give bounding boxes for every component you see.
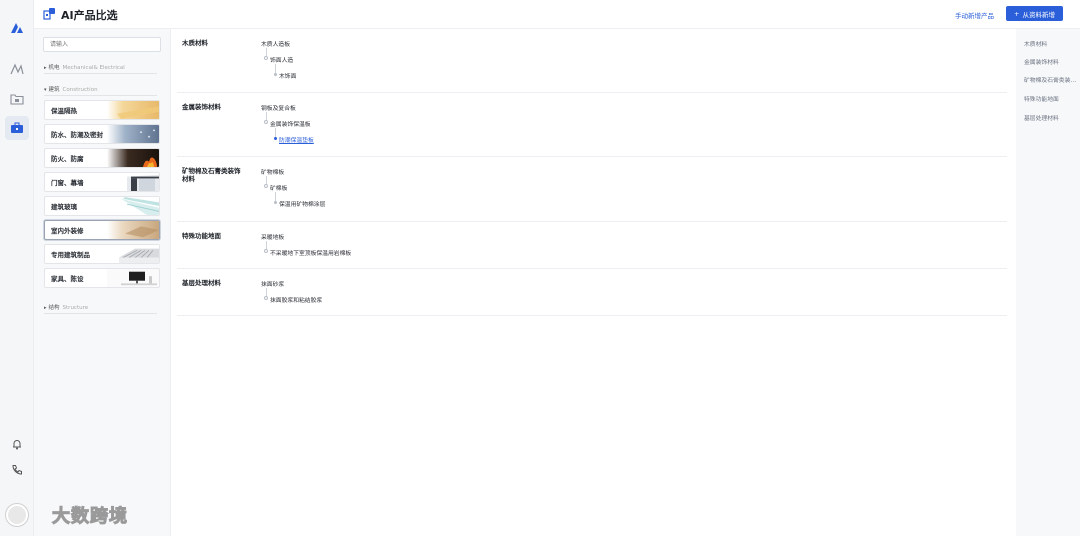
page-title: AI产品比选 (61, 9, 118, 22)
tree-node-dot-icon (274, 201, 277, 204)
group-construction[interactable]: ▾ 建筑 Construction (44, 85, 98, 93)
card-label: 室内外装修 (51, 227, 84, 235)
top-bar: AI产品比选 手动新增产品 + 从资料新增 (34, 0, 1080, 29)
section-metal: 金属装饰材料 钢板及复合板 金属装饰保温板 防潮保温垫板 (177, 93, 1007, 157)
section-title: 基层处理材料 (182, 279, 221, 287)
fireproof-thumbnail (107, 149, 159, 167)
tree-node-l1[interactable]: 矿物棉板 (261, 167, 284, 176)
anchor-item[interactable]: 矿物棉及石膏类装饰材料 (1024, 75, 1078, 84)
tree-node-l2[interactable]: 饰面人造 (270, 55, 293, 64)
card-label: 专用建筑制品 (51, 251, 90, 259)
tree-node-l3[interactable]: 木饰面 (279, 71, 296, 80)
section-wood: 木质材料 木质人造板 饰面人造 木饰面 (177, 29, 1007, 93)
tree-node-l2[interactable]: 不采暖地下室顶板保温用岩棉板 (270, 248, 351, 257)
waterproof-thumbnail (107, 125, 159, 143)
watermark-text: 大数跨境 (52, 506, 128, 528)
manual-add-link[interactable]: 手动新增产品 (955, 10, 994, 20)
tree-node-circle-icon (264, 184, 268, 188)
category-card-special-products[interactable]: 专用建筑制品 (44, 244, 160, 264)
tree-node-dot-icon (274, 73, 277, 76)
tree-line (275, 192, 276, 201)
category-sidebar: ▸机电Mechanical& Electrical ▾建筑Constructio… (34, 29, 171, 536)
glass-thumbnail (107, 197, 159, 215)
plus-icon: + (1014, 9, 1020, 18)
anchor-item[interactable]: 基层处理材料 (1024, 113, 1078, 122)
tree-node-l3[interactable]: 保温用矿物棉涂层 (279, 199, 325, 208)
group-label-en: Structure (62, 305, 89, 311)
group-arrow-icon: ▾ (44, 87, 47, 93)
category-card-glass[interactable]: 建筑玻璃 (44, 196, 160, 216)
section-title: 金属装饰材料 (182, 103, 221, 111)
logo-icon[interactable] (9, 20, 25, 36)
tree-node-circle-icon (264, 296, 268, 300)
tree-line (275, 128, 276, 137)
ai-icon[interactable] (9, 61, 25, 77)
section-title: 特殊功能地面 (182, 232, 221, 240)
card-label: 家具、陈设 (51, 275, 84, 283)
section-base-treatment: 基层处理材料 抹面砂浆 抹面胶浆和粘结胶浆 (177, 269, 1007, 316)
phone-icon[interactable] (9, 462, 25, 478)
tree-node-circle-icon (264, 120, 268, 124)
tree-node-circle-icon (264, 249, 268, 253)
main-content: 木质材料 木质人造板 饰面人造 木饰面 金属装饰材料 钢板及复合板 金属装饰保温… (171, 29, 1016, 536)
card-label: 保温隔热 (51, 107, 77, 115)
anchor-item[interactable]: 特殊功能地面 (1024, 94, 1078, 103)
folder-icon[interactable] (9, 91, 25, 107)
divider (44, 95, 157, 96)
tree-node-l2[interactable]: 矿棉板 (270, 183, 287, 192)
toolbox-icon[interactable] (5, 116, 29, 140)
section-title: 木质材料 (182, 39, 208, 47)
divider (44, 313, 157, 314)
category-card-doors-windows[interactable]: 门窗、幕墙 (44, 172, 160, 192)
group-label: 结构 (48, 305, 60, 311)
add-from-data-button[interactable]: + 从资料新增 (1006, 6, 1063, 21)
tree-node-dot-icon (274, 137, 277, 140)
tree-node-l3-link[interactable]: 防潮保温垫板 (279, 135, 314, 144)
section-title: 矿物棉及石膏类装饰材料 (182, 167, 241, 183)
group-label: 建筑 (48, 87, 60, 93)
icon-rail (0, 0, 34, 536)
group-structure[interactable]: ▸ 结构 Structure (44, 303, 88, 311)
tree-node-circle-icon (264, 56, 268, 60)
anchor-item[interactable]: 金属装饰材料 (1024, 57, 1078, 66)
category-card-furniture[interactable]: 家具、陈设 (44, 268, 160, 288)
tree-node-l2[interactable]: 抹面胶浆和粘结胶浆 (270, 295, 322, 304)
section-mineral: 矿物棉及石膏类装饰材料 矿物棉板 矿棉板 保温用矿物棉涂层 (177, 157, 1007, 222)
group-label-en: Mechanical& Electrical (62, 65, 125, 71)
divider (44, 73, 157, 74)
doors-windows-thumbnail (107, 173, 159, 191)
search-input[interactable] (43, 37, 161, 52)
tree-node-l1[interactable]: 采暖地板 (261, 232, 284, 241)
category-card-insulation[interactable]: 保温隔热 (44, 100, 160, 120)
add-from-data-label: 从资料新增 (1022, 10, 1055, 19)
card-label: 门窗、幕墙 (51, 179, 84, 187)
anchor-item[interactable]: 木质材料 (1024, 39, 1078, 48)
group-arrow-icon: ▸ (44, 305, 47, 311)
tree-node-l2[interactable]: 金属装饰保温板 (270, 119, 311, 128)
furniture-thumbnail (107, 269, 159, 287)
category-card-fireproof[interactable]: 防火、防腐 (44, 148, 160, 168)
category-card-waterproof[interactable]: 防水、防潮及密封 (44, 124, 160, 144)
card-label: 建筑玻璃 (51, 203, 77, 211)
insulation-thumbnail (107, 101, 159, 119)
group-label: 机电 (48, 65, 60, 71)
tree-line (275, 64, 276, 73)
category-card-decoration[interactable]: 室内外装修 (44, 220, 160, 240)
group-mechanical[interactable]: ▸ 机电 Mechanical& Electrical (44, 63, 125, 71)
group-label-en: Construction (62, 87, 98, 93)
special-products-thumbnail (107, 245, 159, 263)
section-special-floor: 特殊功能地面 采暖地板 不采暖地下室顶板保温用岩棉板 (177, 222, 1007, 269)
anchor-nav: 木质材料 金属装饰材料 矿物棉及石膏类装饰材料 特殊功能地面 基层处理材料 (1016, 29, 1080, 536)
product-compare-icon (43, 6, 57, 20)
card-label: 防水、防潮及密封 (51, 131, 103, 139)
card-label: 防火、防腐 (51, 155, 84, 163)
tree-node-l1[interactable]: 抹面砂浆 (261, 279, 284, 288)
tree-node-l1[interactable]: 钢板及复合板 (261, 103, 296, 112)
avatar (6, 504, 28, 526)
group-arrow-icon: ▸ (44, 65, 47, 71)
bell-icon[interactable] (9, 436, 25, 452)
tree-node-l1[interactable]: 木质人造板 (261, 39, 290, 48)
watermark: 大数跨境 (6, 500, 128, 530)
decoration-thumbnail (107, 221, 159, 239)
